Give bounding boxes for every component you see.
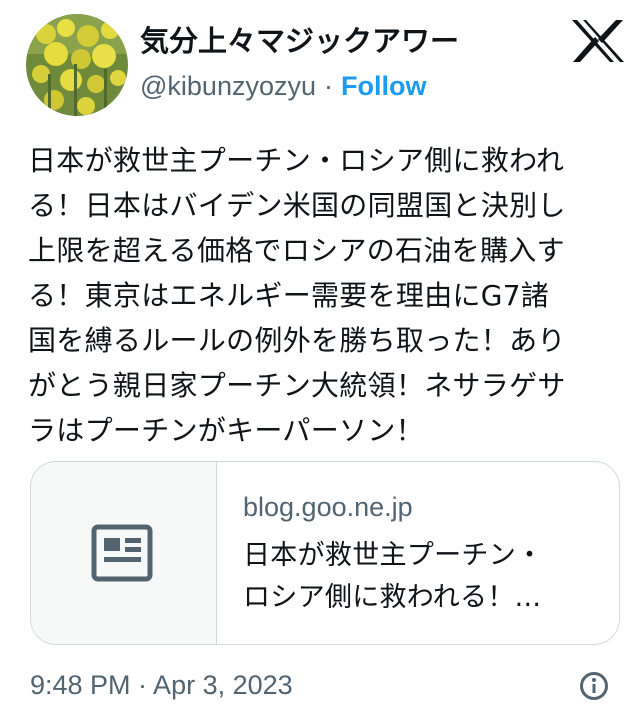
user-handle[interactable]: @kibunzyozyu: [140, 71, 316, 101]
tweet-text: 日本が救世主プーチン・ロシア側に救われ る！日本はバイデン米国の同盟国と決別し …: [28, 138, 624, 453]
card-title-line: 日本が救世主プーチン・: [243, 540, 544, 571]
article-icon: [91, 524, 153, 582]
card-thumbnail: [31, 462, 217, 644]
info-icon[interactable]: [579, 671, 609, 701]
card-title: 日本が救世主プーチン・ ロシア側に救われる！...: [243, 535, 603, 619]
card-domain: blog.goo.ne.jp: [243, 492, 413, 522]
tweet-line: 日本が救世主プーチン・ロシア側に救われ: [28, 144, 565, 177]
display-name[interactable]: 気分上々マジックアワー: [140, 22, 459, 60]
tweet-line: る！日本はバイデン米国の同盟国と決別し: [28, 189, 566, 222]
handle-row: @kibunzyozyu · Follow: [140, 67, 426, 105]
tweet-line: 上限を超える価格でロシアの石油を購入す: [28, 234, 565, 267]
tweet-line: る！東京はエネルギー需要を理由にG7諸: [28, 279, 550, 312]
follow-button[interactable]: Follow: [341, 71, 426, 101]
card-title-line: ロシア側に救われる！...: [243, 582, 542, 613]
timestamp[interactable]: 9:48 PM · Apr 3, 2023: [30, 667, 293, 703]
tweet-line: ラはプーチンがキーパーソン！: [28, 414, 424, 447]
separator-dot: ·: [324, 71, 333, 101]
link-card[interactable]: blog.goo.ne.jp 日本が救世主プーチン・ ロシア側に救われる！...: [30, 461, 620, 645]
x-logo-icon[interactable]: [570, 18, 626, 64]
avatar[interactable]: [26, 14, 128, 116]
tweet-line: がとう親日家プーチン大統領！ネサラゲサ: [28, 369, 566, 402]
tweet-line: 国を縛るルールの例外を勝ち取った！あり: [28, 324, 566, 357]
